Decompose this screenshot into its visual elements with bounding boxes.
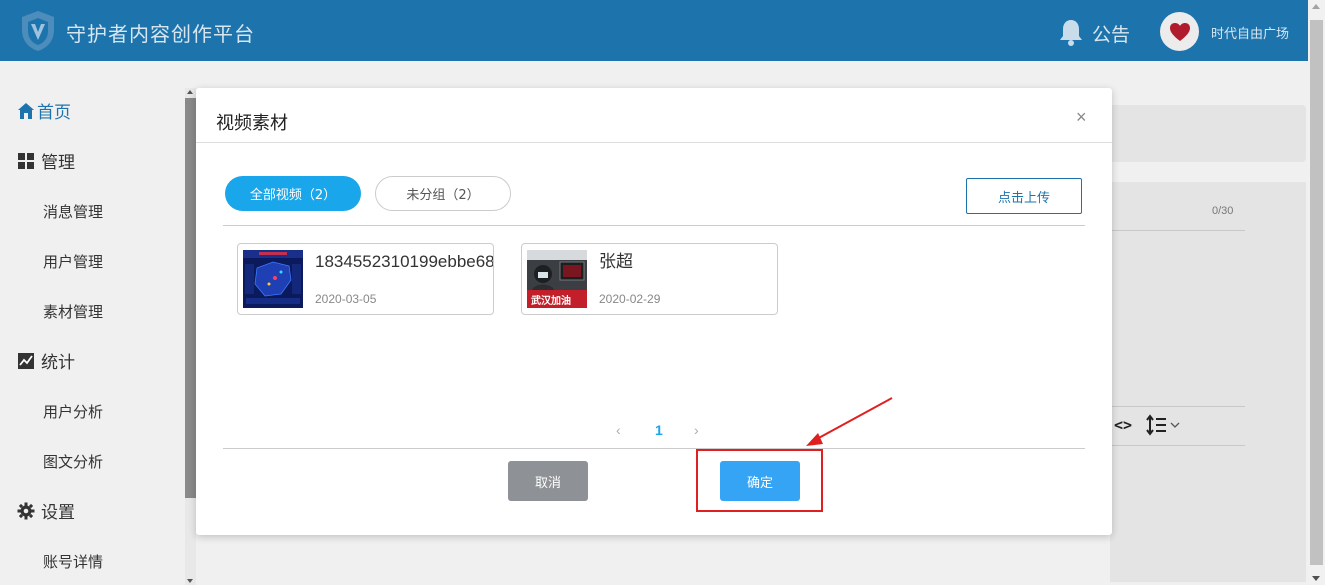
sidebar-item-manage[interactable]: 管理 [0, 148, 185, 173]
notice-link[interactable]: 公告 [1092, 20, 1130, 47]
sidebar-item-user-mgmt[interactable]: 用户管理 [43, 251, 103, 272]
video-date: 2020-03-05 [315, 292, 377, 306]
scroll-down-arrow-icon[interactable] [187, 579, 193, 583]
confirm-button[interactable]: 确定 [720, 461, 800, 501]
sidebar-item-label: 首页 [37, 103, 71, 123]
sidebar-item-account-detail[interactable]: 账号详情 [43, 551, 103, 572]
sidebar-item-stats[interactable]: 统计 [0, 348, 185, 373]
sidebar-item-material-mgmt[interactable]: 素材管理 [43, 301, 103, 322]
video-thumbnail [243, 250, 303, 308]
grid-icon [18, 152, 34, 169]
line-chart-icon [18, 352, 34, 369]
video-material-dialog: 视频素材 × 全部视频（2） 未分组（2） 点击上传 1834552310199… [196, 88, 1112, 535]
code-icon[interactable]: <> [1114, 416, 1132, 434]
divider [1112, 230, 1245, 231]
sidebar-item-label: 设置 [41, 503, 75, 523]
divider [223, 225, 1085, 226]
divider [196, 142, 1112, 143]
bell-icon[interactable] [1058, 18, 1084, 46]
sidebar-item-settings[interactable]: 设置 [0, 498, 185, 523]
pagination-prev[interactable]: ‹ [616, 422, 621, 438]
shield-logo-icon [22, 11, 54, 51]
video-date: 2020-02-29 [599, 292, 661, 306]
divider [1112, 406, 1245, 407]
gear-icon [17, 502, 35, 519]
divider [223, 448, 1085, 449]
video-name: 张超 [599, 252, 633, 272]
sidebar-scrollbar[interactable] [185, 88, 196, 585]
upload-button[interactable]: 点击上传 [966, 178, 1082, 214]
sidebar-item-message-mgmt[interactable]: 消息管理 [43, 201, 103, 222]
sidebar-item-user-analysis[interactable]: 用户分析 [43, 401, 103, 422]
video-name: 1834552310199ebbe6857563.mp4 [315, 252, 493, 271]
pagination-page[interactable]: 1 [655, 422, 663, 438]
sidebar-item-article-analysis[interactable]: 图文分析 [43, 451, 103, 472]
video-thumbnail: 武汉加油 [527, 250, 587, 308]
background-card [1110, 105, 1306, 162]
scrollbar-thumb[interactable] [1310, 20, 1323, 565]
cancel-button[interactable]: 取消 [508, 461, 588, 501]
background-editor-panel [1110, 182, 1306, 582]
thumbnail-caption: 武汉加油 [531, 296, 571, 307]
avatar[interactable] [1160, 12, 1199, 51]
video-card[interactable]: 1834552310199ebbe6857563.mp4 2020-03-05 [237, 243, 494, 315]
sidebar-item-label: 统计 [41, 353, 75, 373]
title-char-counter: 0/30 [1212, 205, 1234, 217]
dialog-title: 视频素材 [216, 113, 288, 134]
page-scrollbar[interactable] [1308, 0, 1325, 585]
scroll-up-arrow-icon[interactable] [187, 90, 193, 94]
line-height-icon[interactable] [1146, 414, 1182, 436]
username[interactable]: 时代自由广场 [1211, 23, 1289, 42]
app-title: 守护者内容创作平台 [66, 22, 255, 46]
sidebar-item-label: 管理 [41, 153, 75, 173]
scrollbar-thumb[interactable] [185, 98, 196, 498]
scroll-up-arrow-icon[interactable] [1312, 4, 1320, 9]
tab-all-videos[interactable]: 全部视频（2） [225, 176, 361, 211]
sidebar: 首页 管理 消息管理 用户管理 素材管理 统计 用户分析 图文分析 设置 账号详… [0, 61, 185, 585]
video-card[interactable]: 武汉加油 张超 2020-02-29 [521, 243, 778, 315]
close-icon[interactable]: × [1076, 107, 1087, 128]
heart-icon [1169, 22, 1190, 41]
sidebar-item-home[interactable]: 首页 [0, 98, 185, 123]
home-icon [18, 102, 34, 119]
top-header: 守护者内容创作平台 公告 时代自由广场 [0, 0, 1308, 61]
tab-ungrouped[interactable]: 未分组（2） [375, 176, 511, 211]
divider [1112, 445, 1245, 446]
scroll-down-arrow-icon[interactable] [1312, 576, 1320, 581]
pagination-next[interactable]: › [694, 422, 699, 438]
